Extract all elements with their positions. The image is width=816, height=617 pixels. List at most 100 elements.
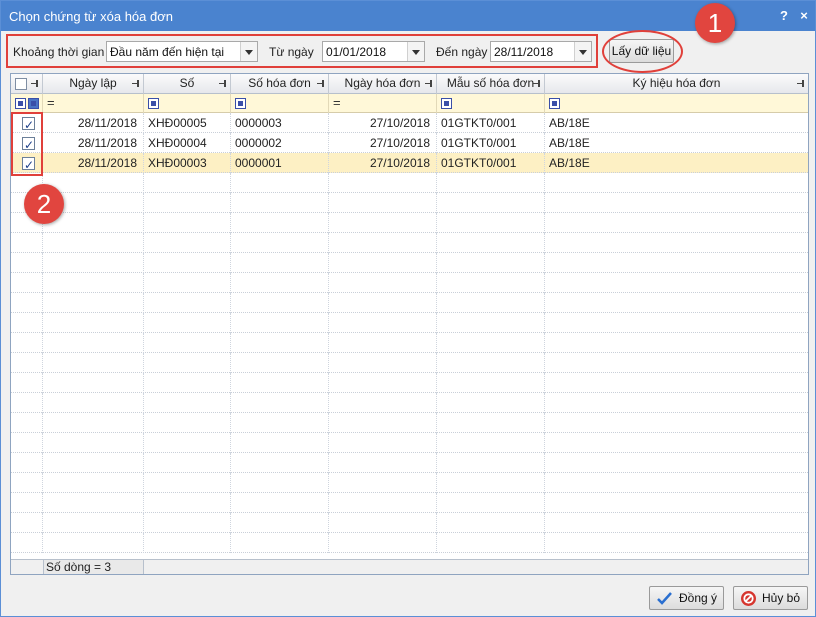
cell-so[interactable]: XHĐ00005	[144, 113, 231, 133]
filter-icon[interactable]	[148, 98, 159, 109]
empty-cell	[144, 433, 231, 453]
cell-ky-hieu[interactable]: AB/18E	[545, 113, 808, 133]
cell-ngay-lap[interactable]: 28/11/2018	[43, 113, 144, 133]
filter-cell-so-hoa-don[interactable]	[231, 94, 329, 113]
empty-cell	[11, 493, 43, 513]
header-ngay-lap[interactable]: Ngày lập	[43, 74, 144, 94]
empty-cell	[11, 433, 43, 453]
empty-cell	[437, 273, 545, 293]
filter-cell-mau-so[interactable]	[437, 94, 545, 113]
empty-cell	[545, 233, 808, 253]
empty-cell	[43, 273, 144, 293]
empty-cell	[545, 473, 808, 493]
empty-row	[11, 413, 808, 433]
cell-so-hoa-don[interactable]: 0000003	[231, 113, 329, 133]
empty-row	[11, 513, 808, 533]
empty-cell	[144, 193, 231, 213]
empty-cell	[43, 413, 144, 433]
pin-icon[interactable]	[219, 80, 227, 87]
header-ky-hieu[interactable]: Ký hiệu hóa đơn	[545, 74, 808, 94]
pin-icon[interactable]	[132, 80, 140, 87]
empty-row	[11, 373, 808, 393]
cancel-button[interactable]: Hủy bỏ	[733, 586, 808, 610]
filter-icon[interactable]	[549, 98, 560, 109]
table-row[interactable]: 28/11/2018 XHĐ00005 0000003 27/10/2018 0…	[11, 113, 808, 133]
cell-ngay-hoa-don[interactable]: 27/10/2018	[329, 133, 437, 153]
cell-so-hoa-don[interactable]: 0000002	[231, 133, 329, 153]
cell-mau-so[interactable]: 01GTKT0/001	[437, 113, 545, 133]
empty-cell	[144, 293, 231, 313]
check-icon	[657, 592, 672, 605]
empty-cell	[437, 193, 545, 213]
empty-cell	[11, 253, 43, 273]
empty-cell	[231, 173, 329, 193]
filter-icon[interactable]	[235, 98, 246, 109]
empty-cell	[545, 313, 808, 333]
help-button[interactable]: ?	[777, 8, 791, 23]
cell-ky-hieu[interactable]: AB/18E	[545, 153, 808, 173]
filter-icon[interactable]	[15, 98, 26, 109]
empty-cell	[43, 393, 144, 413]
filter-cell-ky-hieu[interactable]	[545, 94, 808, 113]
cell-so[interactable]: XHĐ00004	[144, 133, 231, 153]
pin-icon[interactable]	[425, 80, 433, 87]
empty-cell	[144, 253, 231, 273]
filter-row: = =	[11, 94, 808, 113]
header-select-all[interactable]	[11, 74, 43, 94]
pin-icon[interactable]	[31, 80, 39, 87]
empty-cell	[437, 493, 545, 513]
cell-mau-so[interactable]: 01GTKT0/001	[437, 153, 545, 173]
header-so[interactable]: Số	[144, 74, 231, 94]
empty-cell	[11, 453, 43, 473]
grid-footer: Số dòng = 3	[11, 559, 808, 574]
empty-row	[11, 233, 808, 253]
empty-cell	[144, 353, 231, 373]
cell-so[interactable]: XHĐ00003	[144, 153, 231, 173]
empty-cell	[11, 413, 43, 433]
close-button[interactable]: ×	[797, 8, 811, 23]
empty-cell	[231, 453, 329, 473]
cell-ngay-hoa-don[interactable]: 27/10/2018	[329, 153, 437, 173]
filter-icon[interactable]	[441, 98, 452, 109]
voucher-grid: Ngày lập Số Số hóa đơn Ngày hóa đơn Mẫu …	[10, 73, 809, 575]
empty-row	[11, 173, 808, 193]
empty-cell	[231, 213, 329, 233]
empty-cell	[329, 333, 437, 353]
empty-cell	[11, 473, 43, 493]
cell-so-hoa-don[interactable]: 0000001	[231, 153, 329, 173]
empty-cell	[437, 313, 545, 333]
cell-mau-so[interactable]: 01GTKT0/001	[437, 133, 545, 153]
empty-cell	[231, 273, 329, 293]
cell-ky-hieu[interactable]: AB/18E	[545, 133, 808, 153]
cell-ngay-lap[interactable]: 28/11/2018	[43, 133, 144, 153]
empty-cell	[144, 213, 231, 233]
table-row[interactable]: 28/11/2018 XHĐ00004 0000002 27/10/2018 0…	[11, 133, 808, 153]
filter-cell-ngay-lap[interactable]: =	[43, 94, 144, 113]
empty-cell	[329, 273, 437, 293]
empty-cell	[43, 233, 144, 253]
filter-cell-so[interactable]	[144, 94, 231, 113]
ok-button[interactable]: Đồng ý	[649, 586, 724, 610]
empty-cell	[437, 513, 545, 533]
empty-row	[11, 333, 808, 353]
filter-icon[interactable]	[28, 98, 39, 109]
cell-ngay-lap[interactable]: 28/11/2018	[43, 153, 144, 173]
empty-cell	[144, 533, 231, 553]
header-ngay-hoa-don[interactable]: Ngày hóa đơn	[329, 74, 437, 94]
empty-cell	[329, 493, 437, 513]
header-so-hoa-don[interactable]: Số hóa đơn	[231, 74, 329, 94]
pin-icon[interactable]	[797, 80, 805, 87]
pin-icon[interactable]	[317, 80, 325, 87]
table-row[interactable]: 28/11/2018 XHĐ00003 0000001 27/10/2018 0…	[11, 153, 808, 173]
pin-icon[interactable]	[533, 80, 541, 87]
empty-cell	[545, 293, 808, 313]
empty-cell	[43, 513, 144, 533]
header-mau-so[interactable]: Mẫu số hóa đơn	[437, 74, 545, 94]
select-all-checkbox[interactable]	[15, 78, 27, 90]
empty-cell	[11, 513, 43, 533]
highlight-filter-box	[6, 34, 598, 68]
filter-cell-select[interactable]	[11, 94, 43, 113]
cell-ngay-hoa-don[interactable]: 27/10/2018	[329, 113, 437, 133]
empty-cell	[437, 233, 545, 253]
filter-cell-ngay-hoa-don[interactable]: =	[329, 94, 437, 113]
